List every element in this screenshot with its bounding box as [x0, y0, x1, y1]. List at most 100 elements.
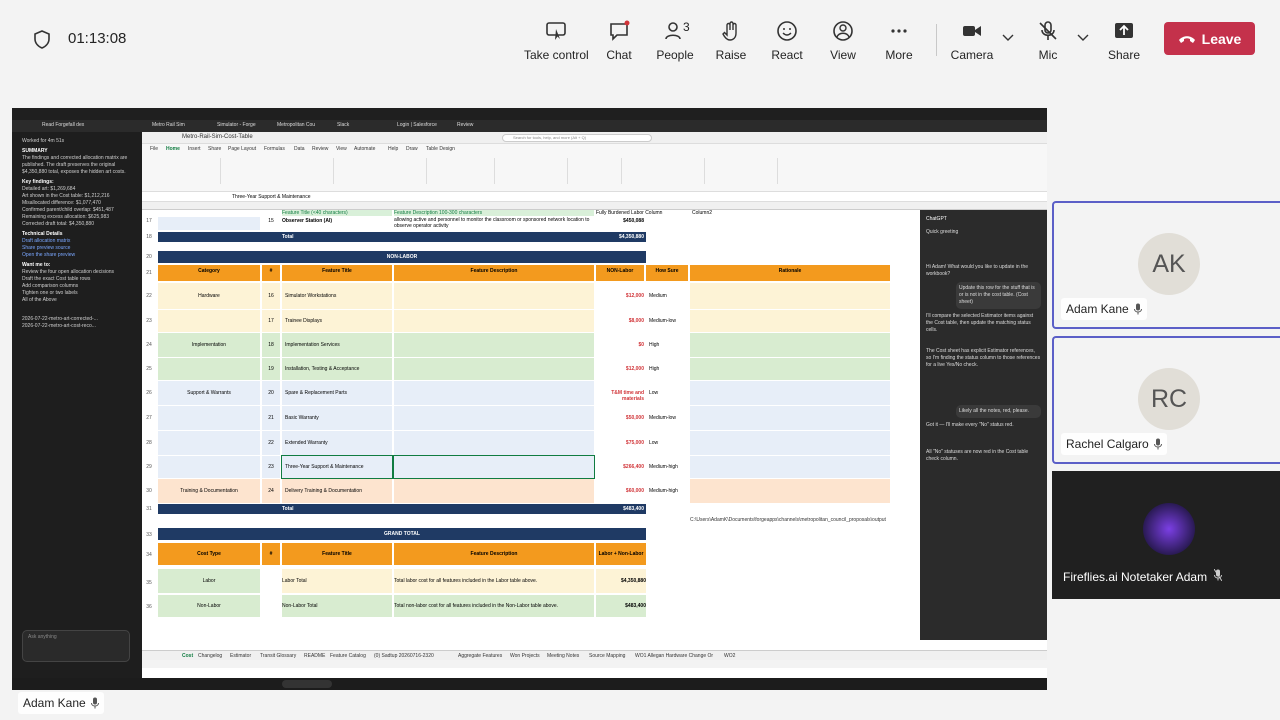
link-item[interactable]: Draft allocation matrix	[22, 238, 132, 245]
table-cell[interactable]: 16	[262, 283, 280, 309]
output-path-text[interactable]: C:\Users\AdamK\Documents\forgeapps\chann…	[690, 517, 900, 524]
menu-item[interactable]: Review	[312, 146, 328, 152]
excel-search-box[interactable]: Search for tools, help, and more (Alt + …	[502, 134, 652, 142]
table-cell[interactable]	[690, 479, 890, 503]
file-item[interactable]: 2026-07-22-metro-art-corrected-...	[22, 316, 132, 323]
column-header[interactable]: Feature Title	[282, 265, 392, 281]
table-cell[interactable]	[394, 283, 594, 309]
table-cell[interactable]: $50,000	[596, 406, 644, 430]
table-cell[interactable]: Medium-low	[646, 310, 688, 332]
people-button[interactable]: 3 People	[643, 20, 707, 64]
sheet-tab[interactable]: Feature Catalog	[330, 653, 366, 659]
browser-tab[interactable]: Metro Rail Sim	[152, 122, 185, 128]
table-cell[interactable]: Spare & Replacement Parts	[282, 381, 392, 405]
table-cell[interactable]: Support & Warrants	[158, 381, 260, 405]
windows-taskbar[interactable]	[12, 678, 1047, 690]
table-cell[interactable]	[158, 217, 260, 230]
table-cell[interactable]	[690, 333, 890, 357]
column-header[interactable]: Category	[158, 265, 260, 281]
table-cell[interactable]: Non-Labor Total	[282, 595, 392, 617]
table-cell[interactable]: Extended Warranty	[282, 431, 392, 455]
share-button[interactable]: Share	[1092, 20, 1156, 64]
sheet-tab[interactable]: Source Mapping	[589, 653, 625, 659]
menu-item[interactable]: Share	[208, 146, 221, 152]
excel-ribbon[interactable]	[142, 154, 1047, 192]
column-header[interactable]: #	[262, 543, 280, 565]
table-cell[interactable]: Total	[282, 506, 342, 512]
table-cell[interactable]: Low	[646, 431, 688, 455]
table-cell[interactable]: Low	[646, 381, 688, 405]
column-header[interactable]: Labor + Non-Labor	[596, 543, 646, 565]
assistant-input[interactable]: Ask anything	[22, 630, 130, 662]
table-cell[interactable]: $60,000	[596, 479, 644, 503]
table-cell[interactable]: $12,000	[596, 358, 644, 380]
table-cell[interactable]	[690, 358, 890, 380]
table-cell[interactable]: 22	[262, 431, 280, 455]
table-cell[interactable]: Trainee Displays	[282, 310, 392, 332]
link-item[interactable]: Share preview source	[22, 245, 132, 252]
table-cell[interactable]	[158, 431, 260, 455]
chat-button[interactable]: Chat	[587, 20, 651, 64]
table-cell[interactable]: Three-Year Support & Maintenance	[281, 455, 393, 479]
camera-options-chevron-icon[interactable]	[1002, 34, 1014, 42]
menu-item[interactable]: Formulas	[264, 146, 285, 152]
table-cell[interactable]: Total non-labor cost for all features in…	[394, 595, 594, 617]
view-button[interactable]: View	[811, 20, 875, 64]
table-cell[interactable]	[158, 358, 260, 380]
mic-button[interactable]: Mic	[1016, 20, 1080, 64]
table-cell[interactable]: Installation, Testing & Acceptance	[282, 358, 392, 380]
column-header[interactable]: Rationale	[690, 265, 890, 281]
table-cell[interactable]: Implementation	[158, 333, 260, 357]
column-header[interactable]: How Sure	[646, 265, 688, 281]
table-cell[interactable]	[690, 431, 890, 455]
sheet-tab[interactable]: Changelog	[198, 653, 222, 659]
sheet-tab[interactable]: Meeting Notes	[547, 653, 579, 659]
excel-window[interactable]: Metro-Rail-Sim-Cost-Table Search for too…	[142, 132, 1047, 678]
column-header[interactable]: Feature Description	[394, 265, 594, 281]
sheet-tab[interactable]: Estimator	[230, 653, 251, 659]
table-cell[interactable]: Non-Labor	[158, 595, 260, 617]
table-cell[interactable]	[394, 406, 594, 430]
table-cell[interactable]: $483,400	[596, 506, 644, 512]
table-cell[interactable]: Training & Documentation	[158, 479, 260, 503]
column-header[interactable]: Cost Type	[158, 543, 260, 565]
table-cell[interactable]: $4,350,880	[596, 569, 646, 593]
sheet-tab[interactable]: Cost	[182, 653, 193, 659]
column-header[interactable]: Feature Title	[282, 543, 392, 565]
column-header[interactable]: NON-Labor	[596, 265, 644, 281]
table-cell[interactable]: $266,400	[596, 456, 644, 478]
table-cell[interactable]: Medium	[646, 283, 688, 309]
browser-tab[interactable]: Slack	[337, 122, 349, 128]
table-cell[interactable]: Medium-high	[646, 479, 688, 503]
menu-item[interactable]: Table Design	[426, 146, 455, 152]
table-cell[interactable]	[690, 283, 890, 309]
table-cell[interactable]	[394, 358, 594, 380]
table-cell[interactable]	[690, 310, 890, 332]
table-cell[interactable]: $12,000	[596, 283, 644, 309]
table-cell[interactable]: High	[646, 358, 688, 380]
table-cell[interactable]: 20	[262, 381, 280, 405]
table-cell[interactable]: 19	[262, 358, 280, 380]
sheet-tab[interactable]: Won Projects	[510, 653, 540, 659]
file-item[interactable]: 2026-07-22-metro-art-cost-reco...	[22, 323, 132, 330]
link-item[interactable]: Open the share preview	[22, 252, 132, 259]
table-cell[interactable]: 18	[262, 333, 280, 357]
participant-tile[interactable]: Fireflies.ai Notetaker Adam	[1052, 471, 1280, 599]
sheet-tab[interactable]: (0) Sadtup 20260716-2320	[374, 653, 434, 659]
menu-item[interactable]: Draw	[406, 146, 418, 152]
header-cell[interactable]: Column2	[692, 210, 752, 216]
sheet-tab[interactable]: WO2	[724, 653, 735, 659]
table-cell[interactable]: Basic Warranty	[282, 406, 392, 430]
table-cell[interactable]: Medium-high	[646, 456, 688, 478]
table-cell[interactable]	[394, 333, 594, 357]
menu-item[interactable]: Page Layout	[228, 146, 256, 152]
take-control-button[interactable]: Take control	[524, 20, 589, 64]
react-button[interactable]: React	[755, 20, 819, 64]
sheet-tab[interactable]: WO1 Allegan Hardware Change Or	[635, 653, 713, 659]
table-cell[interactable]: Simulator Workstations	[282, 283, 392, 309]
table-cell[interactable]: 23	[262, 456, 280, 478]
table-cell[interactable]	[393, 455, 595, 479]
table-cell[interactable]	[394, 479, 594, 503]
browser-tab[interactable]: Read Forgefall dex	[42, 122, 84, 128]
participant-tile[interactable]: RC Rachel Calgaro	[1052, 336, 1280, 464]
